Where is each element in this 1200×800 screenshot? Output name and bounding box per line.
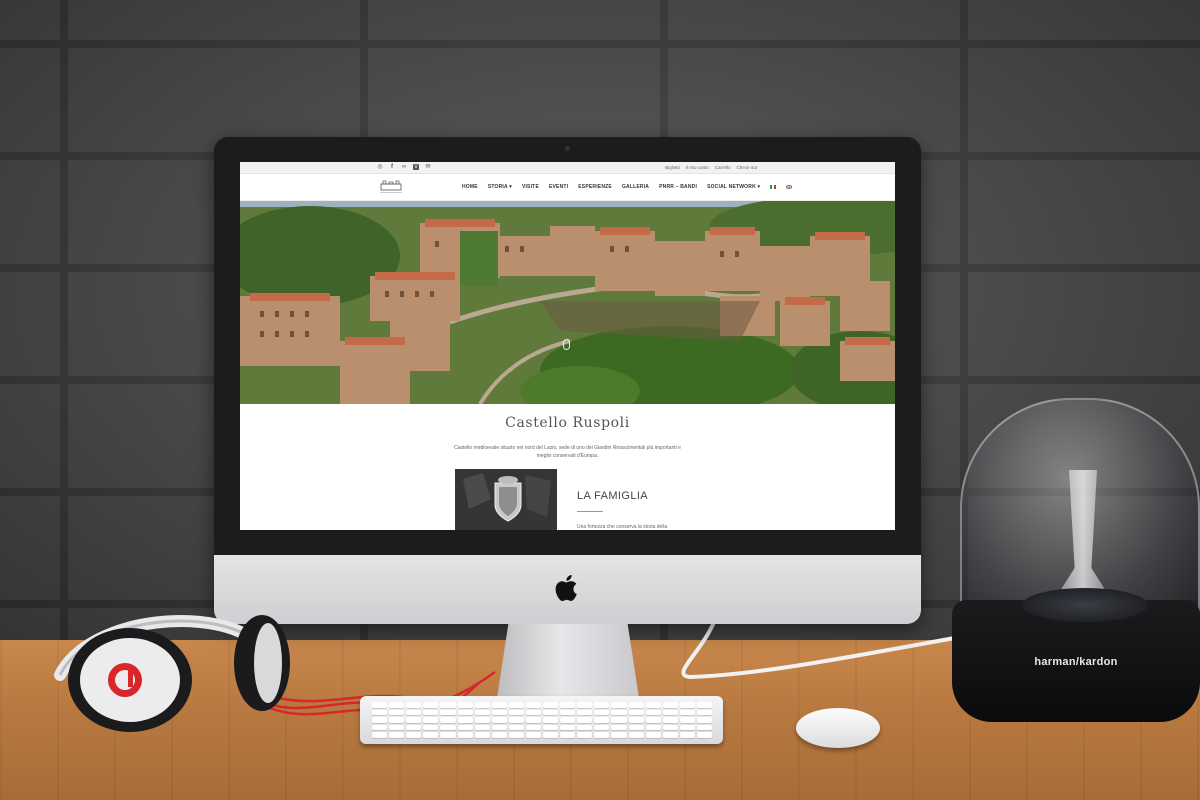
nav-pnrr-bandi[interactable]: PNRR – BANDI xyxy=(659,184,697,190)
page-title: Castello Ruspoli xyxy=(505,415,630,431)
link-carrello[interactable]: Carrello xyxy=(715,164,731,171)
speaker-woofer xyxy=(1022,588,1148,622)
page-subtitle: Castello medioevale situato nel nord del… xyxy=(454,445,681,459)
nav-eventi[interactable]: EVENTI xyxy=(549,184,568,190)
section-text: Una fortezza che conserva la storia dell… xyxy=(577,524,668,530)
hero-aerial-village-photo xyxy=(240,201,895,404)
en-flag-icon[interactable] xyxy=(786,185,793,189)
nav-social-network[interactable]: SOCIAL NETWORK ▾ xyxy=(707,184,760,190)
imac-power-cable xyxy=(681,618,962,680)
link-il-mio-conto[interactable]: Il mio conto xyxy=(686,164,709,171)
keyboard-keys xyxy=(372,702,712,738)
vimeo-icon[interactable]: v xyxy=(413,164,419,170)
tripadvisor-icon[interactable]: ∞ xyxy=(401,164,407,170)
it-flag-icon[interactable] xyxy=(770,185,777,189)
email-icon[interactable]: ✉ xyxy=(425,164,431,170)
castello-logo[interactable] xyxy=(378,179,404,195)
nav-galleria[interactable]: GALLERIA xyxy=(622,184,649,190)
social-icons: ◎ f ∞ v ✉ xyxy=(377,164,431,170)
apple-magic-mouse xyxy=(796,708,880,748)
section-title-la-famiglia: LA FAMIGLIA xyxy=(577,490,649,502)
nav-visite[interactable]: VISITE xyxy=(522,184,539,190)
link-biglietti[interactable]: Biglietti xyxy=(665,164,680,171)
main-nav: HOME STORIA ▾ VISITE EVENTI ESPERIENZE G… xyxy=(462,184,793,190)
website-topbar: ◎ f ∞ v ✉ Biglietti Il mio conto Carrell… xyxy=(240,162,895,174)
famiglia-coat-of-arms-photo[interactable] xyxy=(455,469,557,530)
beats-headphones xyxy=(54,615,290,732)
apple-logo-icon xyxy=(555,574,577,602)
instagram-icon[interactable]: ◎ xyxy=(377,164,383,170)
nav-storia[interactable]: STORIA ▾ xyxy=(488,184,512,190)
scroll-down-indicator[interactable] xyxy=(563,339,570,350)
nav-esperienze[interactable]: ESPERIENZE xyxy=(578,184,612,190)
link-check-out[interactable]: Check-out xyxy=(736,164,757,171)
imac-stand xyxy=(497,624,639,698)
imac-camera xyxy=(565,146,570,151)
nav-home[interactable]: HOME xyxy=(462,184,478,190)
speaker-brand-label: harman/kardon xyxy=(1034,656,1118,668)
section-divider xyxy=(577,511,603,512)
facebook-icon[interactable]: f xyxy=(389,164,395,170)
topbar-links: Biglietti Il mio conto Carrello Check-ou… xyxy=(665,164,757,171)
website-navbar: HOME STORIA ▾ VISITE EVENTI ESPERIENZE G… xyxy=(240,174,895,201)
website-screen: ◎ f ∞ v ✉ Biglietti Il mio conto Carrell… xyxy=(240,162,895,530)
